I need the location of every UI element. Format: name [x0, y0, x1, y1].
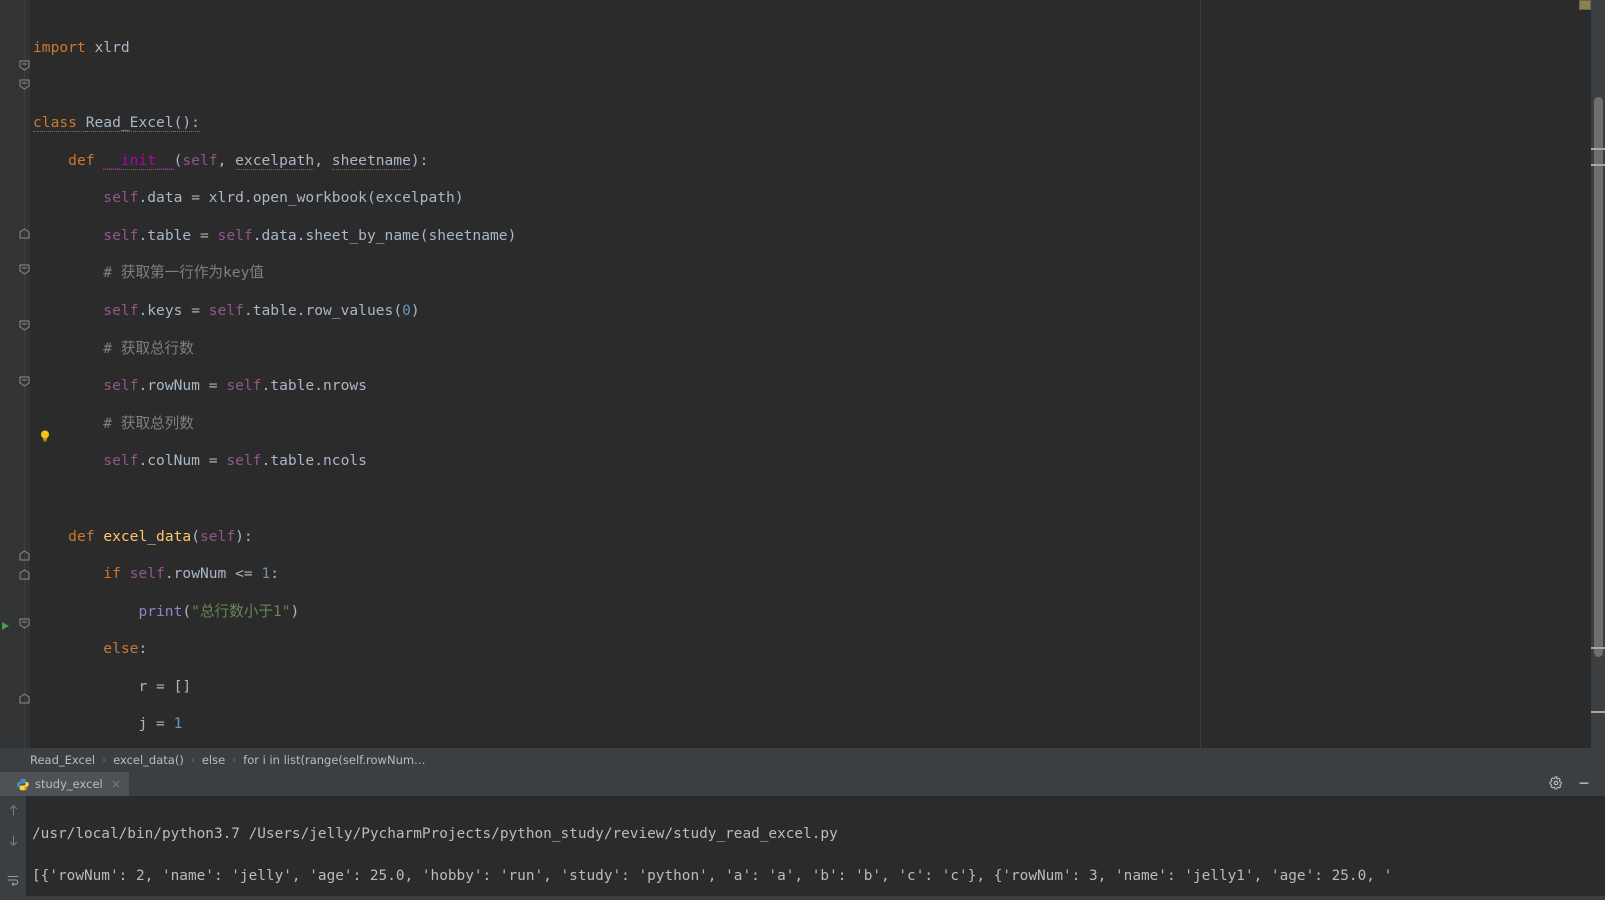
- warning-marker[interactable]: [1591, 148, 1605, 150]
- code-line[interactable]: self.data = xlrd.open_workbook(excelpath…: [30, 189, 1200, 208]
- run-tool-window: study_excel × /usr/local/bin/python3.7 /…: [0, 772, 1605, 900]
- code-line[interactable]: # 获取总行数: [30, 340, 1200, 359]
- console-side-toolbar: [0, 796, 26, 900]
- fold-marker-minus[interactable]: [19, 60, 30, 71]
- code-line[interactable]: self.colNum = self.table.ncols: [30, 452, 1200, 471]
- code-line[interactable]: [30, 490, 1200, 509]
- pycharm-window: import xlrd class Read_Excel(): def __in…: [0, 0, 1605, 900]
- run-tab-bar: study_excel ×: [0, 772, 1605, 796]
- code-line[interactable]: if self.rowNum <= 1:: [30, 565, 1200, 584]
- minimize-icon[interactable]: [1577, 775, 1591, 794]
- code-line[interactable]: def excel_data(self):: [30, 528, 1200, 547]
- breadcrumb-separator: ›: [190, 754, 195, 766]
- fold-guide-line: [24, 0, 25, 748]
- breadcrumb[interactable]: Read_Excel › excel_data() › else › for i…: [0, 748, 1605, 772]
- run-tab-actions: [1549, 775, 1605, 794]
- right-margin-guide: [1200, 0, 1201, 748]
- scroll-up-icon[interactable]: [7, 802, 20, 821]
- editor-gutter[interactable]: [0, 0, 30, 748]
- warning-marker[interactable]: [1591, 647, 1605, 649]
- code-line[interactable]: def __init__(self, excelpath, sheetname)…: [30, 151, 1200, 171]
- fold-marker-minus[interactable]: [19, 320, 30, 331]
- code-line[interactable]: class Read_Excel():: [30, 113, 1200, 133]
- code-editor[interactable]: import xlrd class Read_Excel(): def __in…: [0, 0, 1605, 748]
- soft-wrap-icon[interactable]: [6, 872, 20, 891]
- warning-marker[interactable]: [1591, 711, 1605, 713]
- fold-marker-minus[interactable]: [19, 79, 30, 90]
- code-line[interactable]: print("总行数小于1"): [30, 603, 1200, 622]
- bottom-divider: [0, 896, 1605, 900]
- code-content[interactable]: import xlrd class Read_Excel(): def __in…: [30, 0, 1200, 748]
- fold-marker-end[interactable]: [19, 550, 30, 561]
- fold-marker-minus[interactable]: [19, 376, 30, 387]
- run-tab-study-excel[interactable]: study_excel ×: [0, 772, 129, 796]
- fold-marker-minus[interactable]: [19, 618, 30, 629]
- gear-icon[interactable]: [1549, 775, 1563, 794]
- code-line[interactable]: # 获取总列数: [30, 415, 1200, 434]
- breadcrumb-separator: ›: [232, 754, 237, 766]
- bookmark-marker[interactable]: [1579, 0, 1591, 10]
- console-output[interactable]: /usr/local/bin/python3.7 /Users/jelly/Py…: [26, 796, 1605, 900]
- close-icon[interactable]: ×: [111, 777, 121, 791]
- code-line[interactable]: self.rowNum = self.table.nrows: [30, 377, 1200, 396]
- fold-marker-end[interactable]: [19, 569, 30, 580]
- python-file-icon: [16, 778, 29, 791]
- scrollbar-thumb[interactable]: [1594, 97, 1603, 657]
- code-line[interactable]: import xlrd: [30, 39, 1200, 58]
- scroll-down-icon[interactable]: [7, 832, 20, 851]
- code-line[interactable]: j = 1: [30, 715, 1200, 734]
- fold-marker-minus[interactable]: [19, 264, 30, 275]
- console-line: [{'rowNum': 2, 'name': 'jelly', 'age': 2…: [32, 868, 1393, 884]
- run-tab-label: study_excel: [35, 777, 103, 791]
- breadcrumb-separator: ›: [102, 754, 107, 766]
- code-line[interactable]: self.keys = self.table.row_values(0): [30, 302, 1200, 321]
- fold-marker-end[interactable]: [19, 693, 30, 704]
- code-line[interactable]: [30, 76, 1200, 95]
- code-line[interactable]: self.table = self.data.sheet_by_name(she…: [30, 227, 1200, 246]
- breadcrumb-item-3[interactable]: for i in list(range(self.rowNum…: [243, 753, 425, 767]
- run-arrow-icon[interactable]: [0, 617, 12, 630]
- breadcrumb-item-0[interactable]: Read_Excel: [30, 753, 95, 767]
- code-line[interactable]: r = []: [30, 678, 1200, 697]
- breadcrumb-item-2[interactable]: else: [202, 753, 225, 767]
- breadcrumb-item-1[interactable]: excel_data(): [113, 753, 184, 767]
- console-line: /usr/local/bin/python3.7 /Users/jelly/Py…: [32, 826, 838, 842]
- code-line[interactable]: # 获取第一行作为key值: [30, 264, 1200, 283]
- code-line[interactable]: else:: [30, 640, 1200, 659]
- warning-marker[interactable]: [1591, 164, 1605, 166]
- fold-marker-end[interactable]: [19, 228, 30, 239]
- editor-scrollbar[interactable]: [1591, 0, 1605, 748]
